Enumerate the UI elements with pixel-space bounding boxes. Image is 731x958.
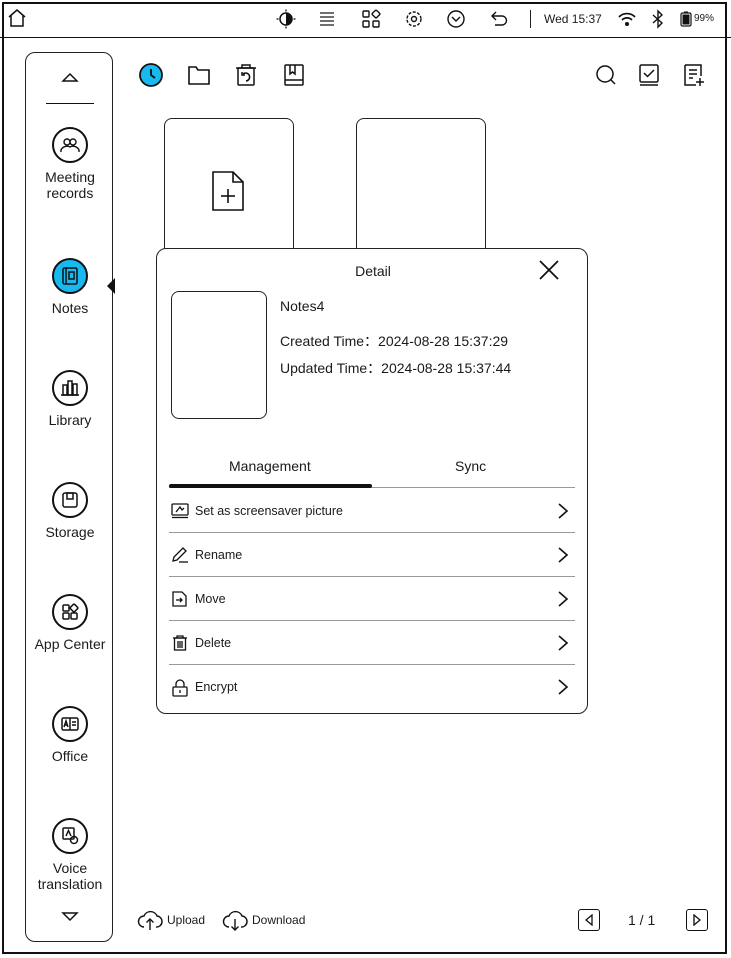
prev-page-button[interactable]	[578, 909, 600, 931]
apps-grid-icon[interactable]	[361, 9, 381, 29]
action-label: Delete	[195, 636, 232, 650]
sidebar-item-label: Library	[48, 412, 92, 428]
chevron-right-icon	[557, 590, 569, 608]
menu-lines-icon[interactable]	[318, 9, 336, 29]
clock: Wed 15:37	[544, 12, 602, 26]
new-note-icon[interactable]	[681, 62, 707, 88]
action-delete[interactable]: Delete	[169, 621, 575, 665]
sidebar-item-voice-translation[interactable]: Voice translation	[26, 818, 114, 890]
app-center-icon	[52, 594, 88, 630]
battery-level: 99%	[694, 13, 715, 24]
triangle-left-icon	[584, 914, 594, 926]
created-time: Created Time：2024-08-28 15:37:29	[280, 333, 509, 349]
detail-dialog: Detail Notes4 Created Time：2024-08-28 15…	[156, 248, 588, 714]
sidebar-divider	[46, 103, 94, 104]
action-rename[interactable]: Rename	[169, 533, 575, 577]
meeting-icon	[52, 127, 88, 163]
screensaver-icon	[171, 503, 189, 519]
chevron-right-icon	[557, 546, 569, 564]
contrast-icon[interactable]	[276, 9, 296, 29]
wifi-icon[interactable]	[617, 9, 637, 29]
sidebar-item-office[interactable]: Office	[26, 706, 114, 764]
scroll-up-icon[interactable]	[60, 71, 80, 83]
sidebar-item-app-center[interactable]: App Center	[26, 594, 114, 652]
trash-icon	[171, 635, 189, 651]
sidebar-item-label: Storage	[45, 524, 95, 540]
note-name: Notes4	[280, 298, 325, 314]
active-tab-indicator	[169, 484, 372, 488]
folder-icon[interactable]	[186, 62, 212, 88]
move-icon	[171, 591, 189, 607]
action-move[interactable]: Move	[169, 577, 575, 621]
library-icon	[52, 370, 88, 406]
action-label: Move	[195, 592, 226, 606]
note-preview	[171, 291, 267, 419]
sidebar-item-label: Voice translation	[37, 860, 103, 890]
scroll-down-icon[interactable]	[60, 911, 80, 923]
settings-icon[interactable]	[404, 9, 424, 29]
office-icon	[52, 706, 88, 742]
action-screensaver[interactable]: Set as screensaver picture	[169, 489, 575, 533]
download-button[interactable]: Download	[222, 908, 305, 932]
close-icon[interactable]	[538, 259, 560, 281]
storage-icon	[52, 482, 88, 518]
updated-time: Updated Time：2024-08-28 15:37:44	[280, 360, 512, 376]
battery-icon	[680, 11, 692, 27]
status-separator	[530, 10, 531, 28]
chevron-right-icon	[557, 678, 569, 696]
action-label: Encrypt	[195, 680, 238, 694]
active-indicator	[107, 278, 115, 294]
action-label: Set as screensaver picture	[195, 504, 343, 518]
dialog-title: Detail	[355, 263, 391, 279]
sidebar-item-storage[interactable]: Storage	[26, 482, 114, 540]
recent-icon[interactable]	[138, 62, 164, 88]
voice-translation-icon	[52, 818, 88, 854]
cloud-upload-icon	[137, 908, 163, 932]
chevron-circle-icon[interactable]	[446, 9, 466, 29]
recycle-bin-icon[interactable]	[233, 62, 259, 88]
bookmark-icon[interactable]	[281, 62, 307, 88]
bluetooth-icon[interactable]	[650, 9, 666, 29]
download-label: Download	[252, 913, 306, 927]
sidebar-item-library[interactable]: Library	[26, 370, 114, 428]
sidebar-item-notes[interactable]: Notes	[26, 258, 114, 316]
upload-label: Upload	[167, 913, 206, 927]
pencil-icon	[171, 547, 189, 563]
sidebar-item-label: Meeting records	[45, 169, 95, 201]
tab-sync[interactable]: Sync	[455, 458, 486, 474]
sidebar-item-label: Notes	[51, 300, 89, 316]
page-indicator: 1 / 1	[628, 912, 656, 928]
action-encrypt[interactable]: Encrypt	[169, 665, 575, 709]
status-bar: Wed 15:37 99%	[0, 0, 731, 38]
sidebar-item-label: App Center	[34, 636, 106, 652]
next-page-button[interactable]	[686, 909, 708, 931]
search-icon[interactable]	[593, 62, 619, 88]
upload-button[interactable]: Upload	[137, 908, 205, 932]
lock-icon	[171, 679, 189, 697]
back-icon[interactable]	[489, 9, 509, 29]
notes-icon	[52, 258, 88, 294]
tab-management[interactable]: Management	[229, 458, 311, 474]
chevron-right-icon	[557, 502, 569, 520]
select-icon[interactable]	[637, 62, 663, 88]
sidebar-item-label: Office	[51, 748, 89, 764]
triangle-right-icon	[692, 914, 702, 926]
cloud-download-icon	[222, 908, 248, 932]
sidebar-item-meeting-records[interactable]: Meeting records	[26, 127, 114, 201]
new-file-icon	[210, 169, 246, 213]
home-icon[interactable]	[6, 7, 28, 29]
sidebar: Meeting records Notes Library Storage App…	[25, 52, 113, 942]
action-label: Rename	[195, 548, 243, 562]
chevron-right-icon	[557, 634, 569, 652]
